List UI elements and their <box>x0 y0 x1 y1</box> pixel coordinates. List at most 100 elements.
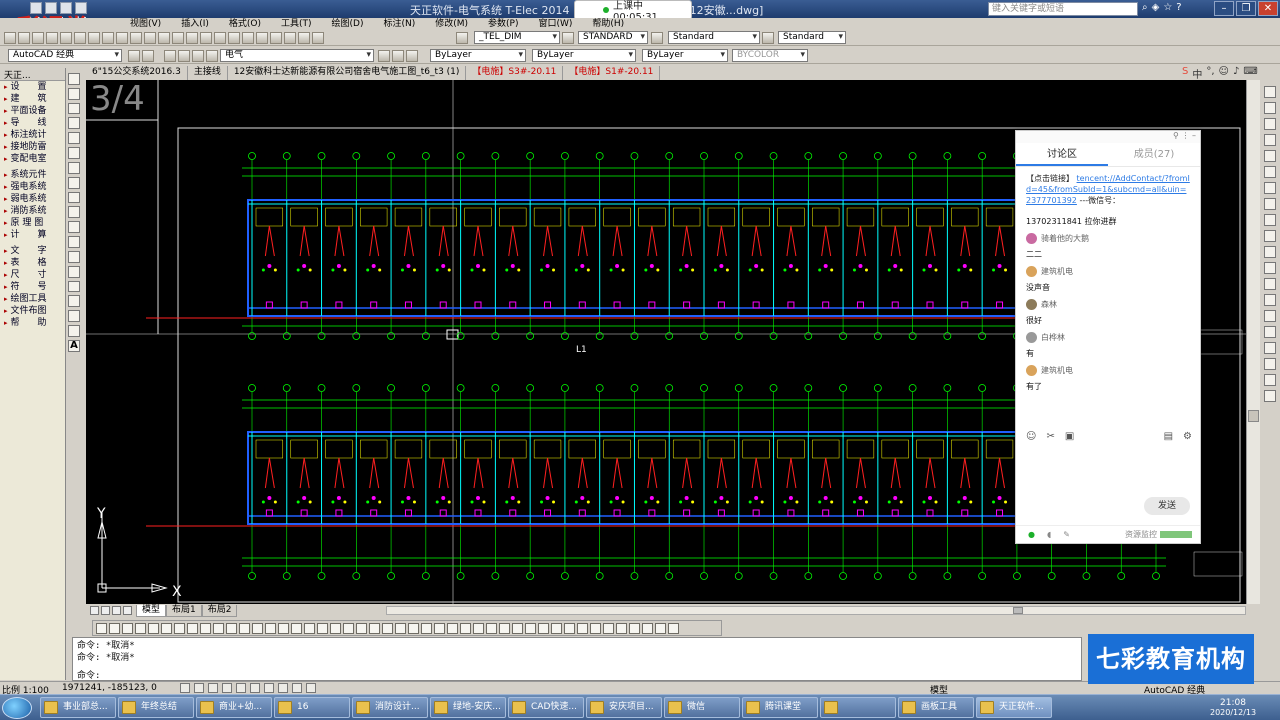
sogou-icon[interactable]: S <box>1182 66 1188 81</box>
rectangle-icon[interactable] <box>68 132 80 145</box>
menu-item[interactable]: 修改(M) <box>435 18 468 30</box>
copy-object-icon[interactable] <box>1264 102 1276 114</box>
message-icon[interactable]: ▤ <box>1164 431 1173 442</box>
punct-icon[interactable]: °, <box>1206 66 1214 81</box>
construction-line-icon[interactable] <box>68 87 80 100</box>
menu-item[interactable]: 格式(O) <box>229 18 261 30</box>
tool-icon[interactable] <box>187 622 198 634</box>
tool-icon[interactable] <box>252 622 263 634</box>
preview-icon[interactable] <box>60 32 72 44</box>
mleaderstyle-icon[interactable] <box>762 32 774 44</box>
arc-icon[interactable] <box>68 147 80 159</box>
copy-icon[interactable] <box>102 32 114 44</box>
speaker-icon[interactable]: ◖ <box>1047 530 1051 539</box>
resource-monitor-label[interactable]: 资源监控 <box>1125 529 1157 540</box>
layer-prev-icon[interactable] <box>392 50 404 62</box>
tool-icon[interactable] <box>499 622 510 634</box>
emoji-icon[interactable]: ☺ <box>1026 431 1036 442</box>
break-icon[interactable] <box>1264 278 1276 290</box>
tianzheng-menu-item[interactable]: ▸ 弱电系统 <box>0 193 65 205</box>
tool-icon[interactable] <box>629 622 640 634</box>
chamfer-icon[interactable] <box>1264 310 1276 322</box>
lwt-icon[interactable] <box>292 683 302 693</box>
gradient-icon[interactable] <box>68 295 80 308</box>
rotate-icon[interactable] <box>1264 182 1276 194</box>
layer-walk-icon[interactable] <box>1264 390 1276 402</box>
tool-icon[interactable] <box>109 622 120 634</box>
tool-icon[interactable] <box>226 622 237 634</box>
image-icon[interactable]: ▣ <box>1065 431 1074 442</box>
taskbar-item[interactable]: 商业+幼... <box>196 697 272 718</box>
layer-select[interactable]: 电气 <box>220 49 374 62</box>
brush-icon[interactable]: ✎ <box>1063 530 1070 539</box>
start-button[interactable] <box>2 697 32 719</box>
design-center-icon[interactable] <box>242 32 254 44</box>
tool-icon[interactable] <box>395 622 406 634</box>
avatar[interactable] <box>1026 266 1037 277</box>
taskbar-item[interactable]: 消防设计... <box>352 697 428 718</box>
tablestyle-icon[interactable] <box>651 32 663 44</box>
plotstyle-select[interactable]: BYCOLOR <box>732 49 808 62</box>
keyboard-icon[interactable]: ⌨ <box>1243 66 1257 81</box>
linetype-select[interactable]: ByLayer <box>532 49 636 62</box>
mirror-icon[interactable] <box>1264 118 1276 130</box>
send-button[interactable]: 发送 <box>1144 497 1190 515</box>
tool-icon[interactable] <box>473 622 484 634</box>
search-icon[interactable]: ⌕ <box>1142 2 1148 13</box>
polygon-icon[interactable] <box>68 117 80 130</box>
taskbar-item[interactable]: 微信 <box>664 697 740 718</box>
menu-item[interactable]: 参数(P) <box>488 18 518 30</box>
tool-icon[interactable] <box>655 622 666 634</box>
hatch-icon[interactable] <box>68 280 80 293</box>
tianzheng-menu-item[interactable]: ▸ 平面设备 <box>0 105 65 117</box>
sun-icon[interactable] <box>178 50 190 62</box>
menu-item[interactable]: 插入(I) <box>181 18 209 30</box>
ellipse-icon[interactable] <box>68 206 80 219</box>
horizontal-scrollbar[interactable] <box>386 606 1246 615</box>
markup-icon[interactable] <box>284 32 296 44</box>
mleaderstyle-select[interactable]: Standard <box>778 31 846 44</box>
tool-icon[interactable] <box>603 622 614 634</box>
paste-icon[interactable] <box>116 32 128 44</box>
zoom-prev-icon[interactable] <box>214 32 226 44</box>
tool-palette-icon[interactable] <box>256 32 268 44</box>
tool-icon[interactable] <box>577 622 588 634</box>
tab-members[interactable]: 成员(27) <box>1108 143 1200 166</box>
hscroll-thumb[interactable] <box>1013 607 1023 614</box>
grid-icon[interactable] <box>194 683 204 693</box>
workspace-settings-icon[interactable] <box>128 50 140 62</box>
tool-icon[interactable] <box>460 622 471 634</box>
tianzheng-menu-item[interactable]: ▸ 尺 寸 <box>0 269 65 281</box>
tablestyle-select[interactable]: Standard <box>668 31 760 44</box>
tianzheng-menu-item[interactable]: ▸ 导 线 <box>0 117 65 129</box>
prev-layout-icon[interactable] <box>101 606 110 615</box>
close-button[interactable]: ✕ <box>1258 1 1278 16</box>
clock-time[interactable]: 21:08 <box>1220 698 1246 708</box>
qp-icon[interactable] <box>306 683 316 693</box>
lock-icon[interactable] <box>192 50 204 62</box>
next-layout-icon[interactable] <box>112 606 121 615</box>
tool-icon[interactable] <box>369 622 380 634</box>
tool-icon[interactable] <box>278 622 289 634</box>
layer-on-icon[interactable] <box>164 50 176 62</box>
doc-tab[interactable]: 主接线 <box>188 66 228 80</box>
calc-icon[interactable] <box>298 32 310 44</box>
microphone-icon[interactable]: ● <box>1028 530 1035 539</box>
tianzheng-menu-item[interactable]: ▸ 帮 助 <box>0 317 65 329</box>
help-icon[interactable] <box>312 32 324 44</box>
tianzheng-menu-item[interactable]: ▸ 标注统计 <box>0 129 65 141</box>
ortho-icon[interactable] <box>208 683 218 693</box>
tab-discussion[interactable]: 讨论区 <box>1016 143 1108 166</box>
menu-item[interactable]: 绘图(D) <box>332 18 364 30</box>
star-icon[interactable]: ☆ <box>1163 2 1172 13</box>
tianzheng-menu-item[interactable]: ▸ 表 格 <box>0 257 65 269</box>
lineweight-select[interactable]: ByLayer <box>642 49 728 62</box>
tool-icon[interactable] <box>317 622 328 634</box>
more-icon[interactable]: ⋮ <box>1181 131 1189 140</box>
lang-icon[interactable]: 中 <box>1192 66 1202 81</box>
layer-iso-icon[interactable] <box>406 50 418 62</box>
osnap-icon[interactable] <box>236 683 246 693</box>
explode-icon[interactable] <box>1264 342 1276 354</box>
array-icon[interactable] <box>1264 150 1276 162</box>
tool-icon[interactable] <box>382 622 393 634</box>
